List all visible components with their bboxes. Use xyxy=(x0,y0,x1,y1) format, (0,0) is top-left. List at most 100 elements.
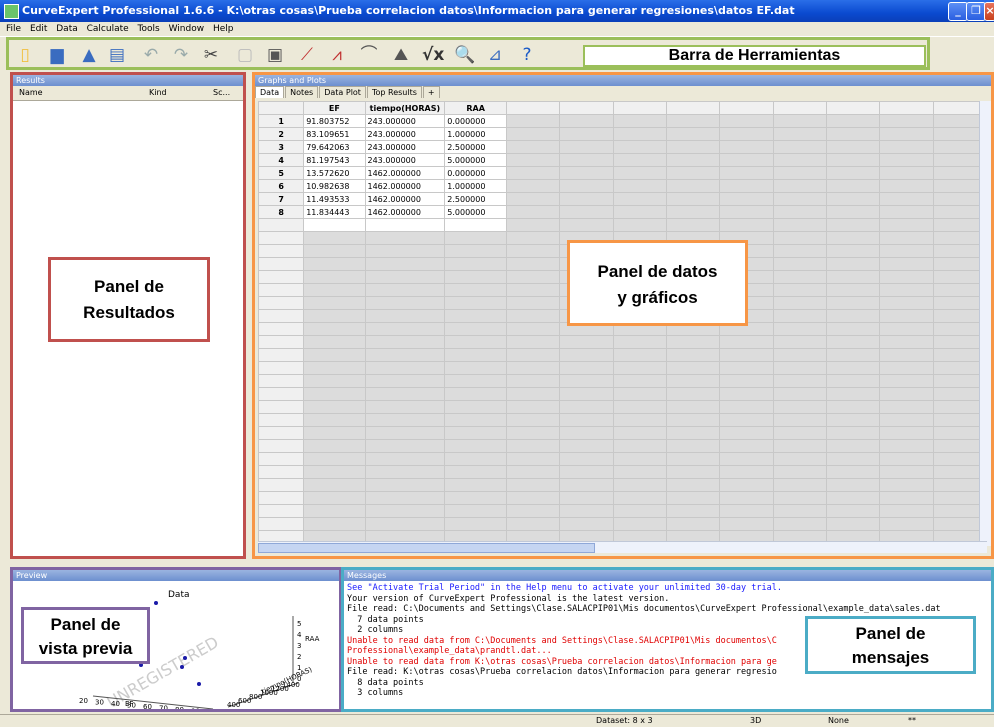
table-cell[interactable] xyxy=(506,361,561,375)
table-cell[interactable] xyxy=(772,413,827,427)
table-cell[interactable] xyxy=(772,322,827,336)
table-cell[interactable] xyxy=(825,478,881,492)
table-cell[interactable] xyxy=(879,413,934,427)
table-cell[interactable] xyxy=(559,205,614,219)
table-cell[interactable] xyxy=(506,478,561,492)
table-cell[interactable] xyxy=(506,127,561,141)
table-cell[interactable] xyxy=(772,231,827,245)
table-cell[interactable]: 81.197543 xyxy=(303,153,366,167)
column-header[interactable]: tiempo(HORAS) xyxy=(364,101,446,115)
table-cell[interactable] xyxy=(506,439,561,453)
table-cell[interactable] xyxy=(825,218,881,232)
table-cell[interactable] xyxy=(444,504,508,518)
table-cell[interactable] xyxy=(825,452,881,466)
table-cell[interactable] xyxy=(719,491,774,505)
scroll-thumb[interactable] xyxy=(258,543,595,553)
table-cell[interactable] xyxy=(303,387,366,401)
table-cell[interactable] xyxy=(879,452,934,466)
table-cell[interactable] xyxy=(364,374,446,388)
table-cell[interactable] xyxy=(665,335,721,349)
table-cell[interactable] xyxy=(772,205,827,219)
table-cell[interactable] xyxy=(825,504,881,518)
tab-data[interactable]: Data xyxy=(255,86,285,98)
table-cell[interactable] xyxy=(772,504,827,518)
row-number[interactable] xyxy=(258,517,305,531)
table-cell[interactable]: 1462.000000 xyxy=(364,205,446,219)
table-cell[interactable] xyxy=(879,231,934,245)
table-cell[interactable] xyxy=(506,452,561,466)
table-cell[interactable] xyxy=(303,231,366,245)
table-cell[interactable]: 0.000000 xyxy=(444,114,508,128)
row-number[interactable] xyxy=(258,309,305,323)
table-cell[interactable] xyxy=(665,452,721,466)
table-cell[interactable] xyxy=(665,179,721,193)
horizontal-scrollbar[interactable] xyxy=(258,541,987,553)
table-cell[interactable] xyxy=(665,361,721,375)
table-cell[interactable]: 5.000000 xyxy=(444,153,508,167)
table-cell[interactable] xyxy=(719,335,774,349)
table-cell[interactable]: 11.834443 xyxy=(303,205,366,219)
table-cell[interactable] xyxy=(665,140,721,154)
table-cell[interactable] xyxy=(506,192,561,206)
table-cell[interactable] xyxy=(444,335,508,349)
row-number[interactable]: 5 xyxy=(258,166,305,180)
table-cell[interactable] xyxy=(772,296,827,310)
table-cell[interactable] xyxy=(719,205,774,219)
table-cell[interactable] xyxy=(879,439,934,453)
table-cell[interactable] xyxy=(665,127,721,141)
table-cell[interactable] xyxy=(665,504,721,518)
row-number[interactable] xyxy=(258,244,305,258)
table-cell[interactable] xyxy=(559,426,614,440)
table-cell[interactable] xyxy=(506,257,561,271)
table-cell[interactable] xyxy=(612,218,668,232)
menu-edit[interactable]: Edit xyxy=(30,22,47,36)
table-cell[interactable] xyxy=(506,335,561,349)
table-cell[interactable] xyxy=(612,387,668,401)
table-cell[interactable] xyxy=(719,140,774,154)
table-cell[interactable] xyxy=(444,296,508,310)
table-cell[interactable] xyxy=(879,114,934,128)
table-cell[interactable] xyxy=(506,218,561,232)
table-cell[interactable] xyxy=(772,283,827,297)
table-cell[interactable] xyxy=(719,192,774,206)
table-cell[interactable] xyxy=(612,205,668,219)
table-cell[interactable] xyxy=(364,322,446,336)
table-cell[interactable] xyxy=(665,348,721,362)
table-cell[interactable]: 11.493533 xyxy=(303,192,366,206)
table-cell[interactable] xyxy=(506,413,561,427)
menu-data[interactable]: Data xyxy=(56,22,78,36)
table-cell[interactable] xyxy=(772,478,827,492)
table-cell[interactable] xyxy=(364,387,446,401)
vertical-scrollbar[interactable] xyxy=(979,101,991,546)
table-cell[interactable] xyxy=(612,465,668,479)
table-cell[interactable] xyxy=(506,166,561,180)
table-cell[interactable] xyxy=(612,179,668,193)
table-cell[interactable] xyxy=(719,465,774,479)
table-cell[interactable] xyxy=(303,244,366,258)
table-cell[interactable] xyxy=(825,127,881,141)
table-cell[interactable] xyxy=(825,231,881,245)
menu-tools[interactable]: Tools xyxy=(138,22,160,36)
table-cell[interactable] xyxy=(506,140,561,154)
table-cell[interactable] xyxy=(879,478,934,492)
table-cell[interactable] xyxy=(506,374,561,388)
table-cell[interactable] xyxy=(879,153,934,167)
row-number[interactable] xyxy=(258,361,305,375)
table-cell[interactable] xyxy=(559,374,614,388)
table-cell[interactable] xyxy=(444,491,508,505)
table-cell[interactable] xyxy=(879,504,934,518)
table-cell[interactable] xyxy=(364,335,446,349)
table-cell[interactable] xyxy=(665,153,721,167)
table-cell[interactable] xyxy=(772,452,827,466)
row-number[interactable] xyxy=(258,452,305,466)
table-cell[interactable] xyxy=(559,179,614,193)
menu-window[interactable]: Window xyxy=(169,22,205,36)
table-cell[interactable] xyxy=(506,179,561,193)
row-number[interactable]: 6 xyxy=(258,179,305,193)
table-cell[interactable] xyxy=(612,335,668,349)
table-cell[interactable] xyxy=(825,439,881,453)
table-cell[interactable] xyxy=(665,114,721,128)
table-cell[interactable] xyxy=(506,387,561,401)
table-cell[interactable] xyxy=(825,465,881,479)
table-cell[interactable] xyxy=(879,348,934,362)
